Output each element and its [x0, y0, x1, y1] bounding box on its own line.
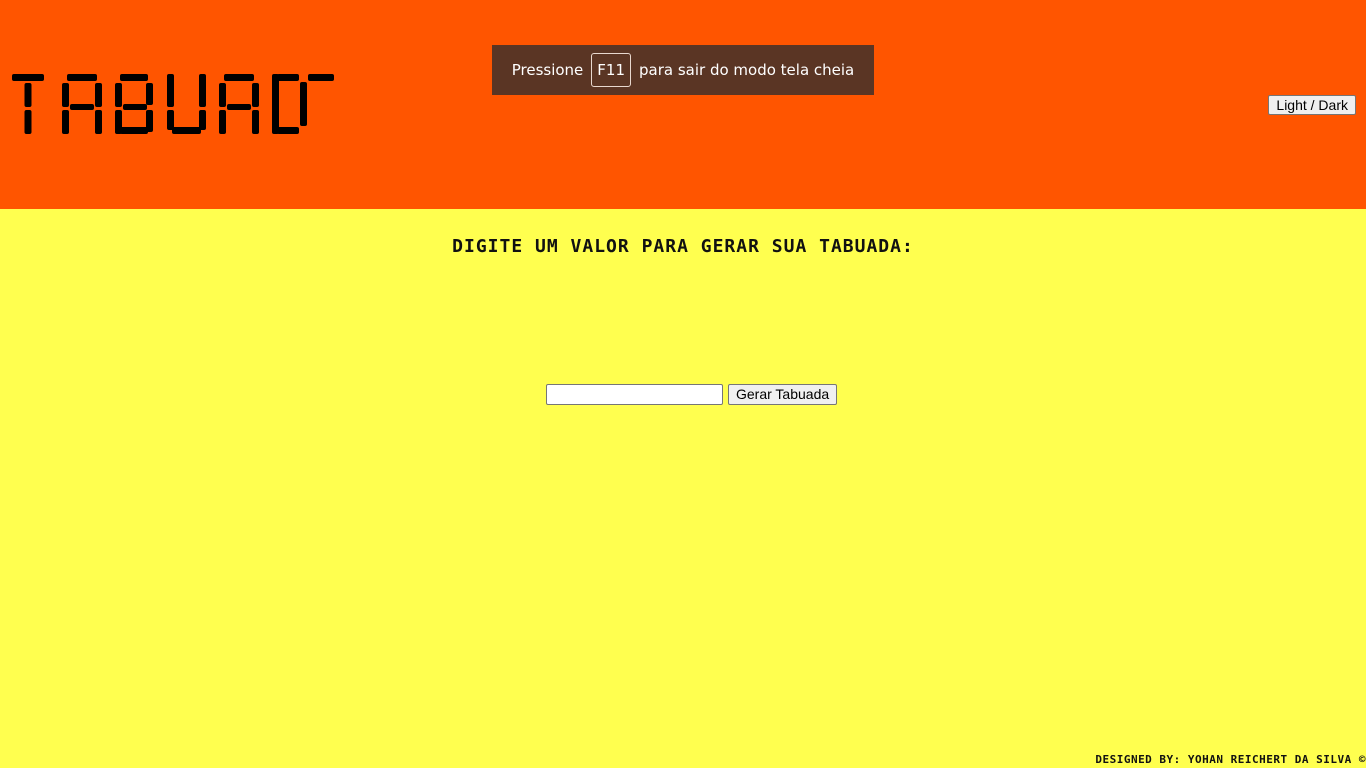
generate-form: Gerar Tabuada	[546, 384, 838, 405]
f11-key-hint: F11	[591, 53, 631, 87]
logo-wordmark	[12, 74, 334, 134]
header-bar: Pressione F11 para sair do modo tela che…	[0, 0, 1366, 209]
fullscreen-notice-suffix: para sair do modo tela cheia	[639, 61, 855, 79]
theme-toggle-button[interactable]: Light / Dark	[1268, 95, 1356, 115]
footer-credit: DESIGNED BY: YOHAN REICHERT DA SILVA ©	[1095, 753, 1366, 766]
prompt-heading: DIGITE UM VALOR PARA GERAR SUA TABUADA:	[452, 236, 914, 257]
logo	[12, 70, 337, 140]
value-input[interactable]	[546, 384, 723, 405]
page: Pressione F11 para sair do modo tela che…	[0, 0, 1366, 768]
generate-table-button[interactable]: Gerar Tabuada	[728, 384, 838, 405]
fullscreen-notice-prefix: Pressione	[511, 61, 584, 79]
fullscreen-exit-notice: Pressione F11 para sair do modo tela che…	[492, 45, 874, 95]
